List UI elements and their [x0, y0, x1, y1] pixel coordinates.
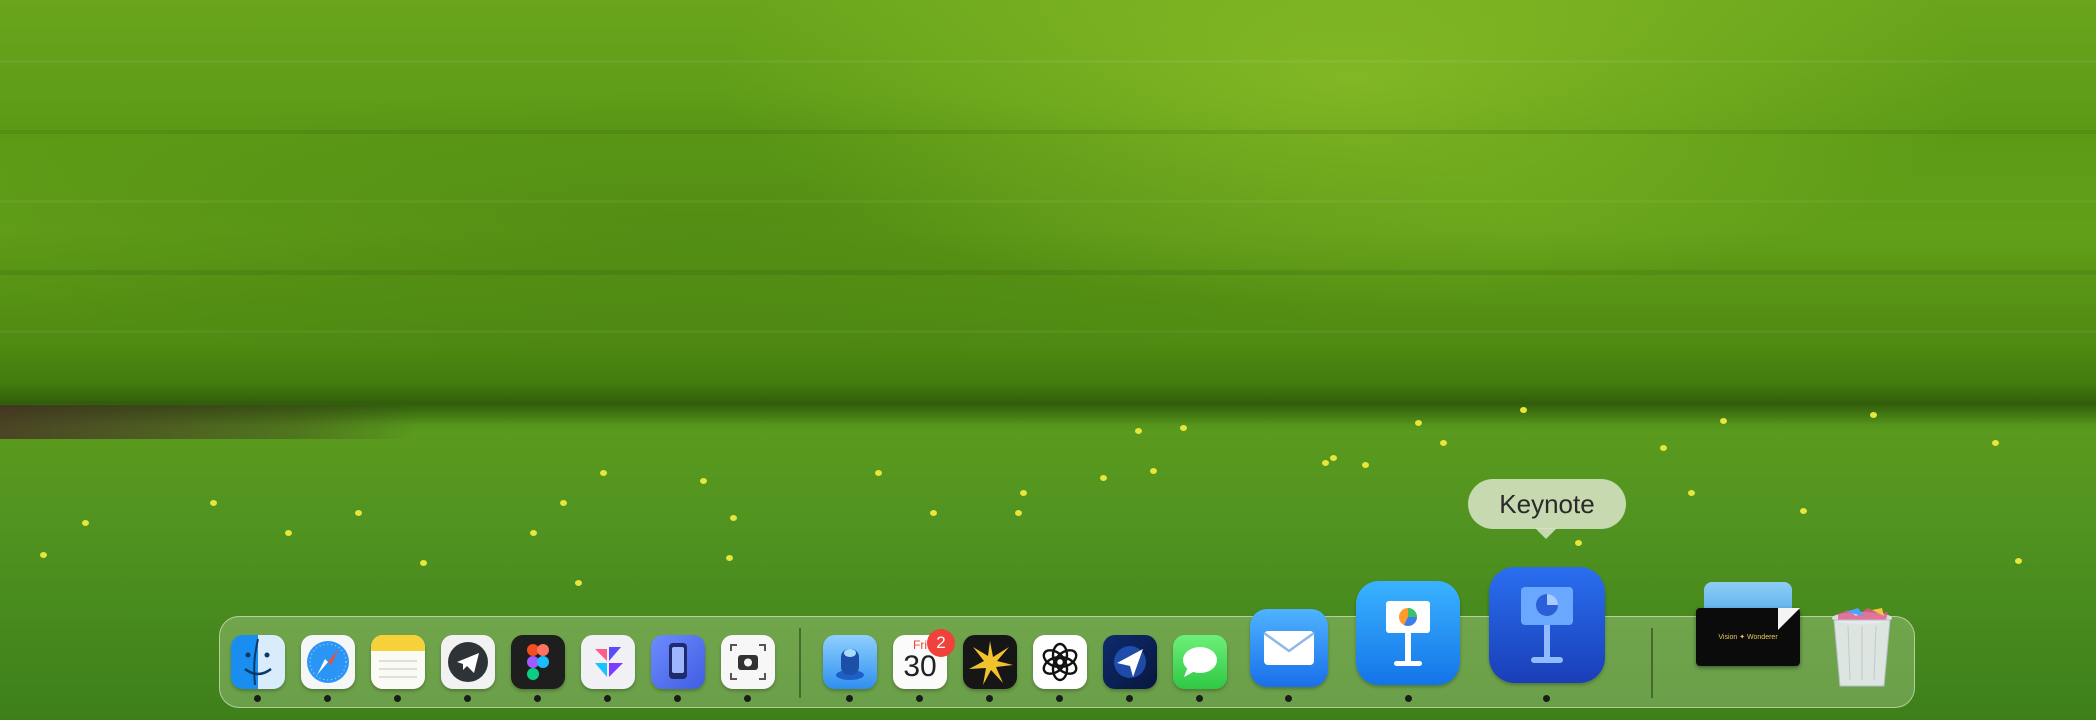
running-indicator [534, 695, 541, 702]
keynote-classic-icon[interactable] [1356, 581, 1460, 685]
running-indicator [916, 695, 923, 702]
figma-icon[interactable] [511, 635, 565, 689]
screenshot-icon[interactable] [721, 635, 775, 689]
dock-divider [1651, 628, 1653, 698]
safari-icon[interactable] [301, 635, 355, 689]
running-indicator [464, 695, 471, 702]
running-indicator [1543, 695, 1550, 702]
running-indicator [1405, 695, 1412, 702]
navigation-icon[interactable] [1103, 635, 1157, 689]
notification-badge: 2 [927, 629, 955, 657]
stack-label: Vision ✦ Wonderer [1718, 634, 1778, 641]
running-indicator [604, 695, 611, 702]
cleaner-icon[interactable] [823, 635, 877, 689]
page-fold [1778, 608, 1800, 630]
running-indicator [986, 695, 993, 702]
calendar-date: 30 [903, 650, 937, 683]
shrub-patch [0, 405, 420, 439]
tooltip-label: Keynote [1499, 488, 1595, 519]
dock-tooltip: Keynote [1468, 479, 1626, 539]
running-indicator [394, 695, 401, 702]
running-indicator [254, 695, 261, 702]
craft-icon[interactable] [581, 635, 635, 689]
finder-icon[interactable] [231, 635, 285, 689]
notes-icon[interactable] [371, 635, 425, 689]
running-indicator [744, 695, 751, 702]
mail-icon[interactable] [1250, 609, 1328, 687]
running-indicator [674, 695, 681, 702]
messages-icon[interactable] [1173, 635, 1227, 689]
running-indicator [1126, 695, 1133, 702]
running-indicator [1056, 695, 1063, 702]
dock-divider [799, 628, 801, 698]
telegram-icon[interactable] [441, 635, 495, 689]
running-indicator [324, 695, 331, 702]
running-indicator [1285, 695, 1292, 702]
simulator-icon[interactable] [651, 635, 705, 689]
downloads-stack[interactable]: Vision ✦ Wonderer [1696, 580, 1800, 668]
keynote-icon[interactable] [1489, 567, 1605, 683]
trash-icon[interactable] [1828, 606, 1896, 688]
running-indicator [1196, 695, 1203, 702]
spark-icon[interactable] [963, 635, 1017, 689]
chatgpt-icon[interactable] [1033, 635, 1087, 689]
running-indicator [846, 695, 853, 702]
